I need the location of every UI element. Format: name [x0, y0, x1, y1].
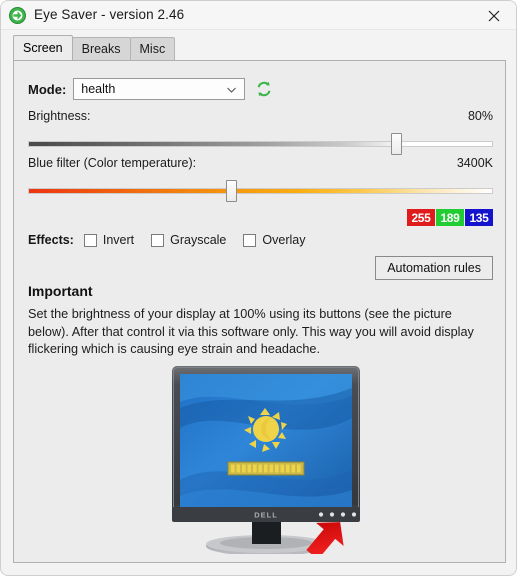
blue-filter-slider[interactable] — [28, 180, 493, 202]
checkbox-grayscale[interactable]: Grayscale — [151, 233, 226, 247]
shield-plus-icon — [9, 7, 26, 24]
blue-filter-header: Blue filter (Color temperature): 3400K — [28, 156, 493, 170]
checkbox-box[interactable] — [151, 233, 165, 247]
automation-rules-button[interactable]: Automation rules — [375, 256, 493, 280]
rgb-preview: 255 189 135 — [407, 209, 493, 226]
brightness-slider-block: Brightness: 80% — [28, 109, 493, 155]
blue-filter-value: 3400K — [456, 156, 493, 170]
brightness-label: Brightness: — [28, 109, 91, 123]
dell-monitor-picture: DELL — [166, 358, 381, 560]
app-window: Eye Saver - version 2.46 Screen Breaks M… — [0, 0, 517, 576]
tab-strip: Screen Breaks Misc — [13, 35, 176, 60]
tab-label: Misc — [139, 42, 166, 56]
brightness-track[interactable] — [28, 141, 493, 147]
mode-row: Mode: health — [28, 78, 273, 100]
mode-selected-value: health — [81, 82, 116, 96]
tab-breaks[interactable]: Breaks — [71, 37, 131, 60]
tab-screen[interactable]: Screen — [13, 35, 73, 60]
rgb-chip-blue: 135 — [465, 209, 493, 226]
rgb-blue-value: 135 — [469, 210, 489, 225]
rgb-red-value: 255 — [411, 210, 431, 225]
close-icon — [488, 10, 499, 21]
tab-misc[interactable]: Misc — [129, 37, 176, 60]
brightness-level-bar — [227, 461, 305, 476]
important-text: Set the brightness of your display at 10… — [28, 307, 474, 356]
checkbox-box[interactable] — [83, 233, 97, 247]
mode-select[interactable]: health — [73, 78, 246, 100]
blue-filter-track[interactable] — [28, 188, 493, 194]
checkbox-overlay[interactable]: Overlay — [243, 233, 305, 247]
brightness-thumb[interactable] — [391, 133, 403, 155]
important-heading: Important — [28, 283, 93, 299]
title-bar: Eye Saver - version 2.46 — [1, 1, 516, 30]
checkbox-label: Grayscale — [170, 233, 227, 247]
checkbox-box[interactable] — [243, 233, 257, 247]
effects-row: Effects: Invert Grayscale Overlay — [28, 233, 322, 247]
rgb-green-value: 189 — [440, 210, 460, 225]
dell-logo: DELL — [254, 511, 278, 520]
screen-tab-panel: Mode: health Brightness: 80% Blue filter… — [13, 60, 506, 563]
window-title: Eye Saver - version 2.46 — [34, 7, 185, 22]
brightness-slider[interactable] — [28, 133, 493, 155]
effects-label: Effects: — [28, 233, 74, 247]
brightness-header: Brightness: 80% — [28, 109, 493, 123]
mode-label: Mode: — [28, 81, 67, 97]
close-button[interactable] — [471, 1, 516, 30]
rgb-chip-red: 255 — [407, 209, 435, 226]
refresh-icon[interactable] — [255, 80, 273, 98]
blue-filter-thumb[interactable] — [226, 180, 238, 202]
checkbox-invert[interactable]: Invert — [83, 233, 135, 247]
checkbox-label: Overlay — [262, 233, 306, 247]
chevron-down-icon — [227, 82, 237, 96]
blue-filter-slider-block: Blue filter (Color temperature): 3400K — [28, 156, 493, 202]
checkbox-label: Invert — [102, 233, 135, 247]
tab-label: Screen — [23, 41, 63, 55]
rgb-chip-green: 189 — [436, 209, 464, 226]
tab-label: Breaks — [81, 42, 121, 56]
brightness-value: 80% — [467, 109, 493, 123]
automation-rules-label: Automation rules — [387, 261, 481, 275]
blue-filter-label: Blue filter (Color temperature): — [28, 156, 197, 170]
